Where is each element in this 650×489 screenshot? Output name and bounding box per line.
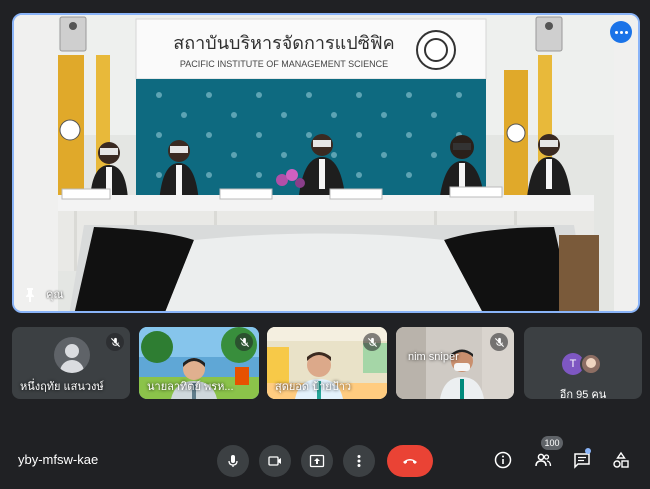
- more-vert-icon: [357, 455, 361, 467]
- mic-off-icon: [490, 333, 508, 351]
- participant-name: nim sniper: [408, 351, 459, 363]
- end-call-button[interactable]: [387, 445, 433, 477]
- participant-name: นายลาทิตย์ พรห...: [147, 381, 234, 393]
- pin-icon[interactable]: [22, 287, 38, 303]
- present-button[interactable]: [301, 445, 333, 477]
- main-video-tile[interactable]: สถาบันบริหารจัดการแปซิฟิค PACIFIC INSTIT…: [12, 13, 640, 313]
- activities-icon: [613, 451, 629, 468]
- mic-off-icon: [106, 333, 124, 351]
- camera-button[interactable]: [259, 445, 291, 477]
- mic-off-icon: [235, 333, 253, 351]
- mic-icon: [228, 455, 238, 467]
- info-button[interactable]: [493, 450, 513, 470]
- people-count-badge: 100: [541, 436, 563, 450]
- camera-icon: [268, 456, 281, 466]
- meeting-code: yby-mfsw-kae: [18, 452, 99, 467]
- banner-english-text: PACIFIC INSTITUTE OF MANAGEMENT SCIENCE: [180, 59, 388, 69]
- banner-thai-text: สถาบันบริหารจัดการแปซิฟิค: [173, 33, 394, 53]
- others-tile[interactable]: T อีก 95 คน: [524, 327, 642, 399]
- mic-button[interactable]: [217, 445, 249, 477]
- others-count-label: อีก 95 คน: [559, 389, 607, 399]
- more-options-icon[interactable]: [610, 21, 632, 43]
- end-call-icon: [403, 459, 417, 464]
- others-avatars: T: [562, 353, 612, 377]
- participant-tile[interactable]: หนึ่งฤทัย แสนวงษ์: [12, 327, 130, 399]
- participant-tile[interactable]: nim sniper: [396, 327, 514, 399]
- avatar: [54, 337, 90, 373]
- activities-button[interactable]: [611, 450, 631, 470]
- participant-tile[interactable]: สุดยอด ป้ายป้าว: [267, 327, 387, 399]
- chat-notification-dot: [585, 448, 591, 454]
- participant-tile[interactable]: นายลาทิตย์ พรห...: [139, 327, 259, 399]
- avatar: [580, 353, 602, 375]
- info-icon: [494, 451, 512, 469]
- present-screen-icon: [309, 454, 325, 468]
- people-button[interactable]: [533, 450, 553, 470]
- people-icon: [535, 453, 552, 467]
- conference-room-video: สถาบันบริหารจัดการแปซิฟิค PACIFIC INSTIT…: [14, 15, 638, 311]
- mic-off-icon: [363, 333, 381, 351]
- main-participant-name: คุณ: [46, 289, 64, 301]
- more-vert-button[interactable]: [343, 445, 375, 477]
- participant-name: สุดยอด ป้ายป้าว: [275, 381, 352, 393]
- participant-name: หนึ่งฤทัย แสนวงษ์: [20, 381, 104, 393]
